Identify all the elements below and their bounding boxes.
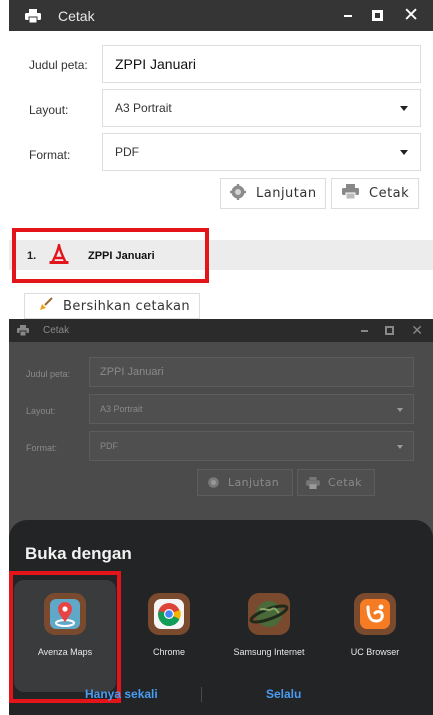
advanced-button: Lanjutan	[197, 469, 293, 496]
print-button[interactable]: Cetak	[331, 178, 419, 209]
layout-value: A3 Portrait	[115, 101, 172, 115]
advanced-button[interactable]: Lanjutan	[220, 178, 326, 209]
background-titlebar: Cetak ✕	[9, 319, 433, 342]
broom-icon	[39, 297, 53, 315]
format-select[interactable]: PDF	[102, 133, 421, 171]
printer-icon	[342, 184, 359, 203]
app-label: UC Browser	[350, 647, 400, 657]
minimize-icon	[361, 329, 369, 332]
map-title-value: ZPPI Januari	[100, 366, 164, 378]
advanced-label: Lanjutan	[256, 186, 317, 201]
app-label: Samsung Internet	[233, 647, 305, 657]
layout-select: A3 Portrait	[89, 394, 414, 424]
layout-row: Layout: A3 Portrait	[0, 89, 433, 127]
format-select: PDF	[89, 431, 414, 461]
sheet-title: Buka dengan	[25, 544, 132, 563]
app-option-uc-browser[interactable]: UC Browser	[325, 593, 425, 658]
chevron-down-icon	[397, 445, 403, 449]
map-title-row: Judul peta: ZPPI Januari	[0, 45, 433, 83]
clear-prints-button[interactable]: Bersihkan cetakan	[24, 293, 200, 319]
format-row: Format: PDF	[0, 133, 433, 171]
highlight-box	[12, 228, 209, 283]
gear-icon	[207, 476, 220, 489]
print-button: Cetak	[297, 469, 375, 496]
map-title-label: Judul peta:	[29, 58, 88, 72]
chevron-down-icon	[400, 106, 408, 111]
gear-icon	[230, 183, 246, 204]
layout-select[interactable]: A3 Portrait	[102, 89, 421, 127]
printer-icon	[17, 325, 29, 336]
chevron-down-icon	[397, 408, 403, 412]
always-button[interactable]: Selalu	[266, 687, 301, 701]
chrome-icon	[148, 593, 190, 635]
open-with-sheet: Buka dengan Avenza Maps Chrome Samsung I…	[9, 520, 433, 715]
map-title-input: ZPPI Januari	[89, 357, 414, 387]
format-value: PDF	[115, 145, 139, 159]
phone-screen: Cetak ✕ Judul peta: ZPPI Januari Layout:…	[9, 319, 433, 715]
advanced-label: Lanjutan	[228, 476, 280, 489]
just-once-button[interactable]: Hanya sekali	[85, 687, 158, 701]
dialog-title: Cetak	[58, 7, 95, 24]
maximize-icon[interactable]	[372, 10, 384, 21]
format-label: Format:	[29, 148, 71, 162]
samsung-internet-icon	[248, 593, 290, 635]
chevron-down-icon	[400, 150, 408, 155]
action-divider	[201, 687, 202, 702]
app-option-chrome[interactable]: Chrome	[119, 593, 219, 658]
minimize-icon[interactable]	[344, 14, 353, 17]
layout-label: Layout:	[29, 103, 69, 117]
format-value: PDF	[100, 441, 118, 451]
clear-prints-label: Bersihkan cetakan	[63, 298, 191, 314]
maximize-icon	[385, 326, 395, 335]
print-label: Cetak	[328, 476, 362, 489]
layout-label: Layout:	[26, 406, 56, 416]
app-label: Chrome	[152, 647, 185, 657]
map-title-label: Judul peta:	[26, 369, 71, 379]
uc-browser-icon	[354, 593, 396, 635]
close-icon[interactable]: ✕	[403, 6, 419, 25]
printer-icon	[306, 476, 320, 489]
print-dialog: Cetak ✕ Judul peta: ZPPI Januari Layout:…	[0, 0, 433, 230]
app-option-samsung-internet[interactable]: Samsung Internet	[219, 593, 319, 658]
map-title-input[interactable]: ZPPI Januari	[102, 45, 421, 83]
highlight-box	[9, 571, 121, 703]
background-dialog-title: Cetak	[43, 325, 70, 336]
dialog-titlebar: Cetak ✕	[9, 0, 433, 31]
print-label: Cetak	[369, 186, 410, 201]
printer-icon	[25, 8, 41, 23]
close-icon: ✕	[411, 322, 423, 339]
map-title-value: ZPPI Januari	[115, 56, 196, 72]
layout-value: A3 Portrait	[100, 404, 143, 414]
format-label: Format:	[26, 443, 58, 453]
